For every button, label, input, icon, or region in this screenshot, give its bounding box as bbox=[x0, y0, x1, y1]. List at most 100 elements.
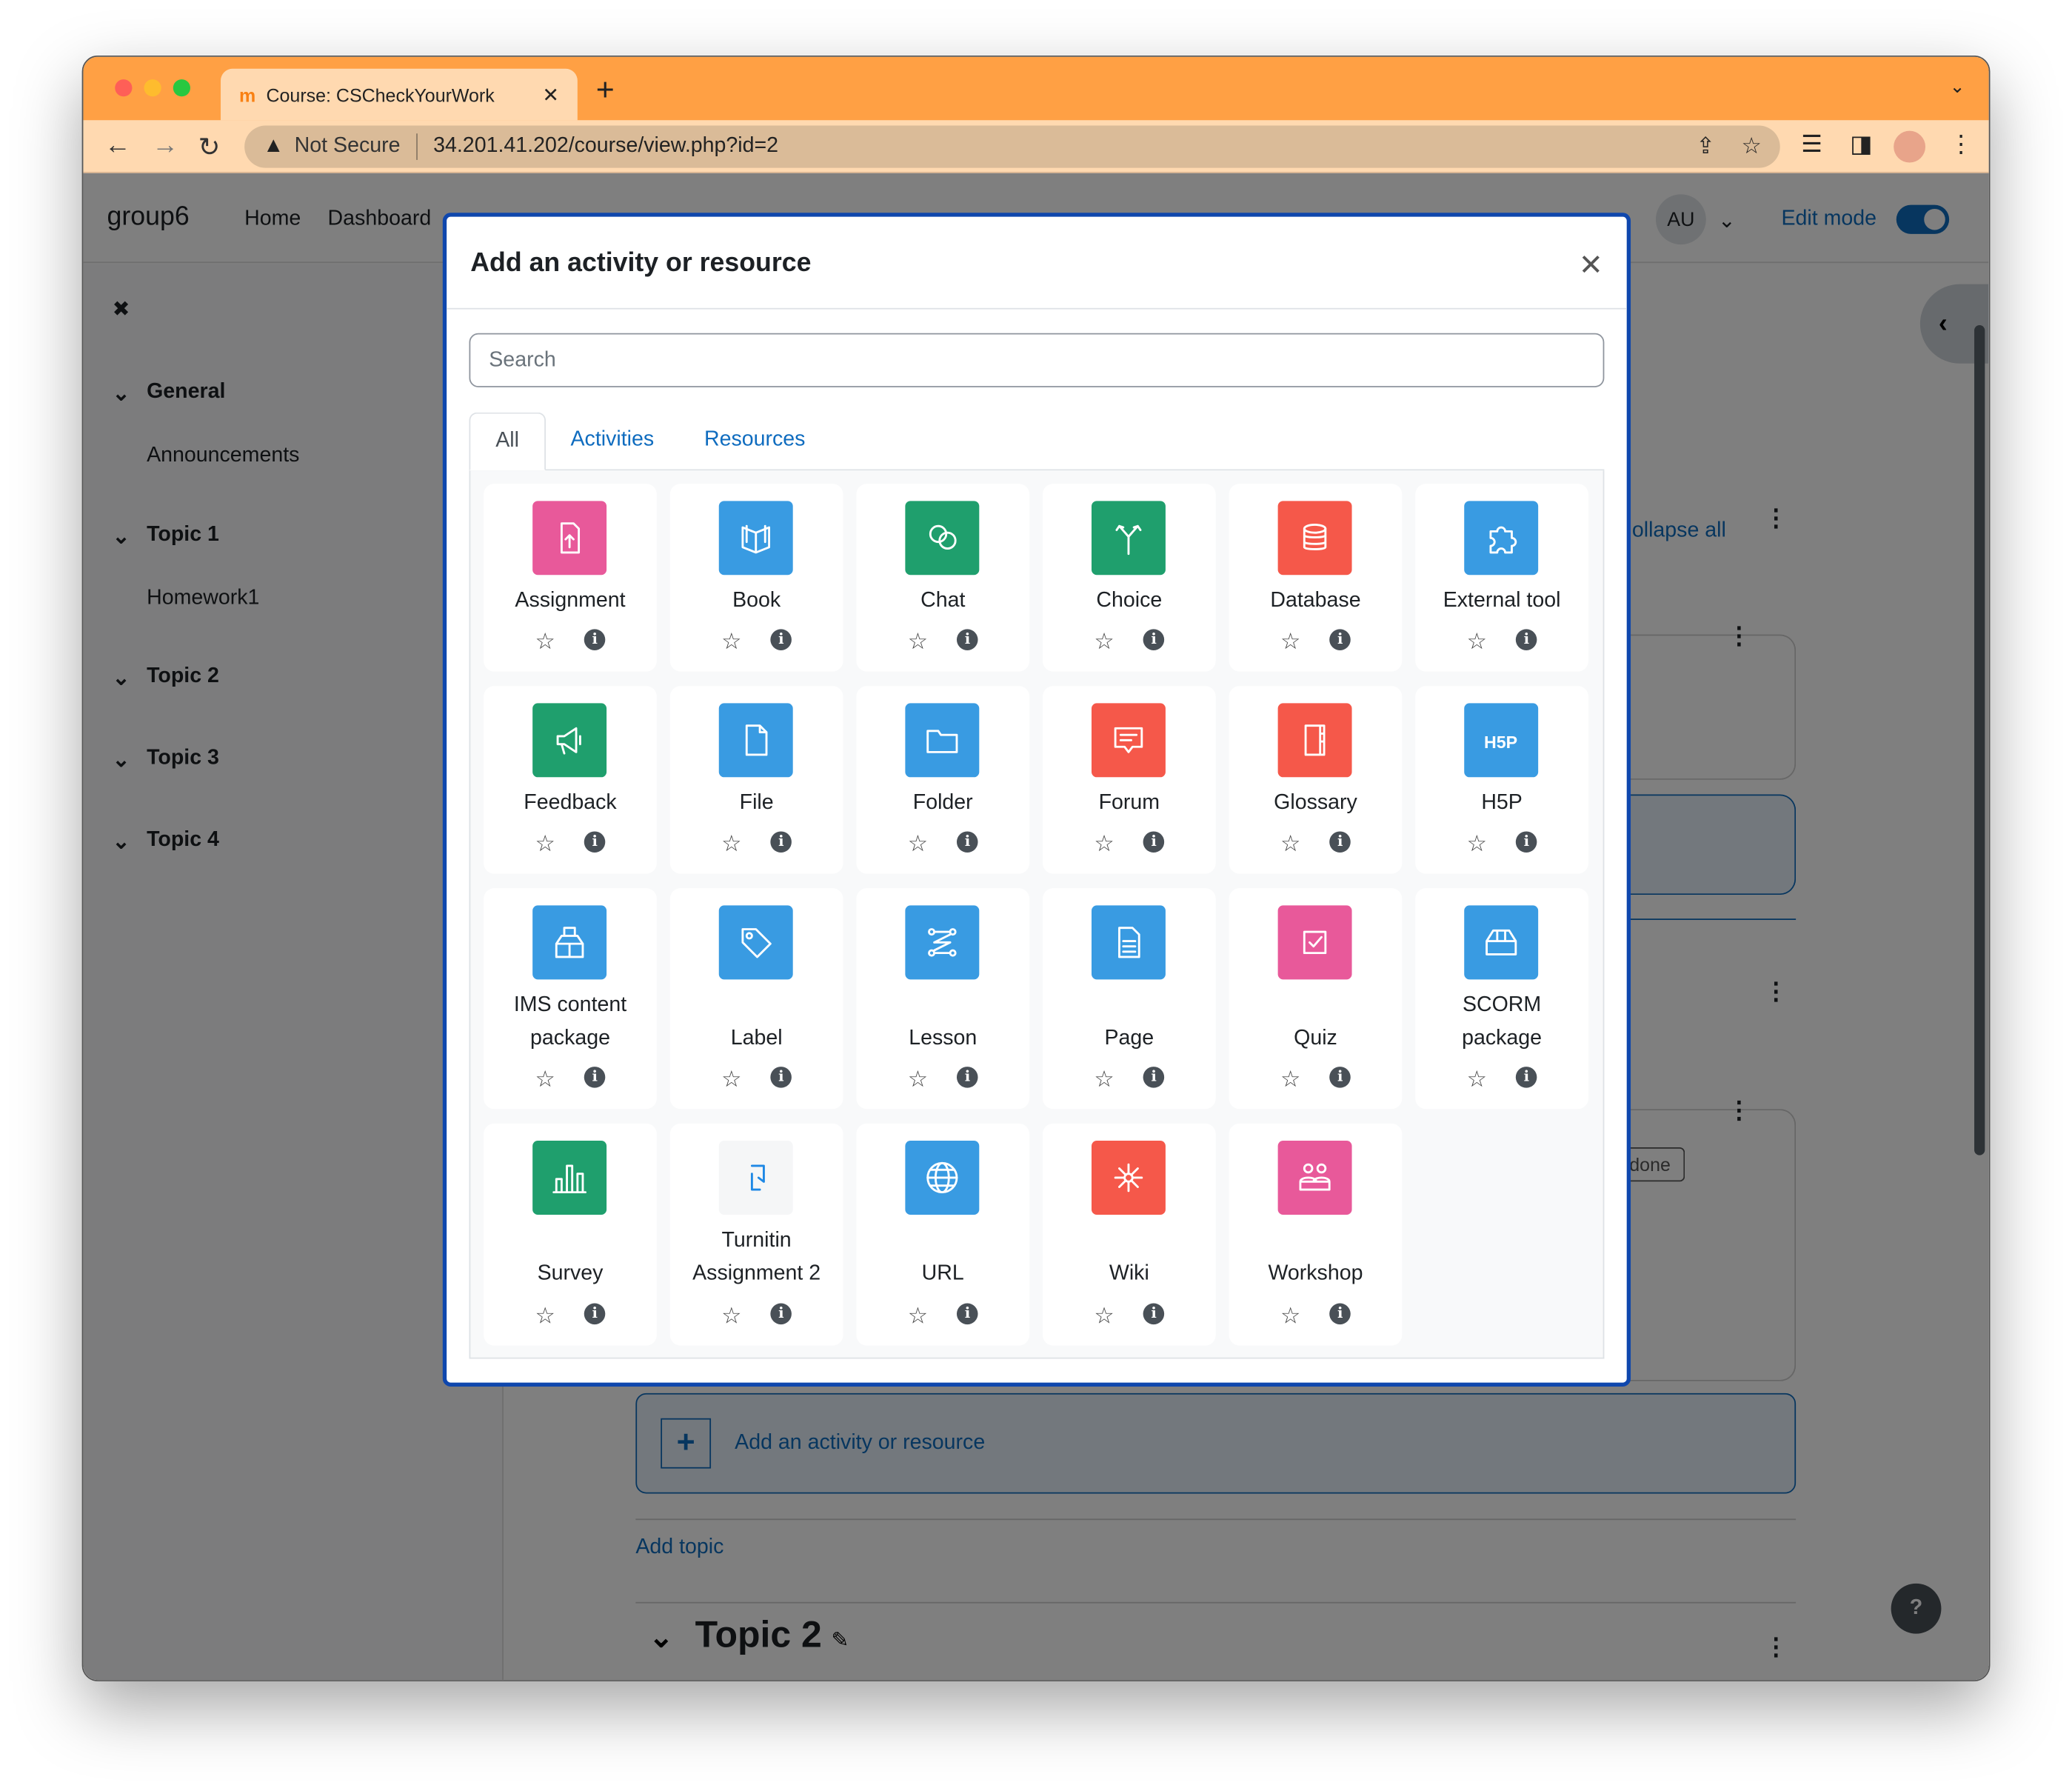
url-bar[interactable]: ▲ Not Secure 34.201.41.202/course/view.p… bbox=[244, 125, 1780, 168]
close-window-button[interactable] bbox=[115, 79, 133, 97]
info-icon[interactable]: i bbox=[1143, 1303, 1165, 1325]
reading-list-icon[interactable]: ☰ bbox=[1801, 131, 1822, 159]
url-text: 34.201.41.202/course/view.php?id=2 bbox=[433, 135, 779, 158]
activity-card-quiz[interactable]: Quiz ☆ i bbox=[1229, 888, 1403, 1110]
activity-card-file[interactable]: File ☆ i bbox=[669, 686, 843, 874]
info-icon[interactable]: i bbox=[1143, 629, 1165, 650]
activity-card-label[interactable]: Label ☆ i bbox=[669, 888, 843, 1110]
activity-card-book[interactable]: Book ☆ i bbox=[669, 484, 843, 672]
info-icon[interactable]: i bbox=[1143, 831, 1165, 853]
info-icon[interactable]: i bbox=[584, 1067, 606, 1088]
activity-card-choice[interactable]: Choice ☆ i bbox=[1042, 484, 1216, 672]
star-favourite-icon[interactable]: ☆ bbox=[908, 1067, 928, 1093]
tab-activities[interactable]: Activities bbox=[546, 413, 679, 470]
info-icon[interactable]: i bbox=[770, 629, 792, 650]
info-icon[interactable]: i bbox=[1329, 629, 1351, 650]
share-icon[interactable]: ⇪ bbox=[1696, 133, 1714, 160]
star-favourite-icon[interactable]: ☆ bbox=[1280, 831, 1300, 858]
activity-card-url[interactable]: URL ☆ i bbox=[856, 1123, 1030, 1346]
tab-resources[interactable]: Resources bbox=[679, 413, 830, 470]
search-input[interactable] bbox=[469, 333, 1605, 387]
info-icon[interactable]: i bbox=[1329, 1303, 1351, 1325]
activity-name: Book bbox=[732, 589, 781, 613]
activity-card-feedback[interactable]: Feedback ☆ i bbox=[484, 686, 657, 874]
star-favourite-icon[interactable]: ☆ bbox=[721, 831, 741, 858]
star-favourite-icon[interactable]: ☆ bbox=[1094, 831, 1114, 858]
info-icon[interactable]: i bbox=[1516, 831, 1537, 853]
new-tab-button[interactable]: + bbox=[596, 73, 615, 110]
side-panel-icon[interactable]: ◨ bbox=[1850, 131, 1872, 159]
star-favourite-icon[interactable]: ☆ bbox=[535, 629, 555, 656]
star-favourite-icon[interactable]: ☆ bbox=[908, 831, 928, 858]
star-favourite-icon[interactable]: ☆ bbox=[1094, 1304, 1114, 1330]
info-icon[interactable]: i bbox=[770, 1067, 792, 1088]
activity-card-forum[interactable]: Forum ☆ i bbox=[1042, 686, 1216, 874]
activity-card-workshop[interactable]: Workshop ☆ i bbox=[1229, 1123, 1403, 1346]
star-favourite-icon[interactable]: ☆ bbox=[535, 1304, 555, 1330]
activity-name: IMS content package bbox=[513, 993, 627, 1050]
maximize-window-button[interactable] bbox=[173, 79, 190, 97]
activity-card-folder[interactable]: Folder ☆ i bbox=[856, 686, 1030, 874]
info-icon[interactable]: i bbox=[584, 1303, 606, 1325]
info-icon[interactable]: i bbox=[957, 831, 978, 853]
info-icon[interactable]: i bbox=[770, 1303, 792, 1325]
activity-card-turnitin-assignment-2[interactable]: Turnitin Assignment 2 ☆ i bbox=[669, 1123, 843, 1346]
info-icon[interactable]: i bbox=[1329, 831, 1351, 853]
info-icon[interactable]: i bbox=[957, 1067, 978, 1088]
star-favourite-icon[interactable]: ☆ bbox=[721, 629, 741, 656]
activity-card-page[interactable]: Page ☆ i bbox=[1042, 888, 1216, 1110]
star-favourite-icon[interactable]: ☆ bbox=[721, 1304, 741, 1330]
back-icon[interactable]: ← bbox=[104, 131, 131, 161]
activity-card-survey[interactable]: Survey ☆ i bbox=[484, 1123, 657, 1346]
star-favourite-icon[interactable]: ☆ bbox=[908, 629, 928, 656]
info-icon[interactable]: i bbox=[584, 831, 606, 853]
star-favourite-icon[interactable]: ☆ bbox=[721, 1067, 741, 1093]
minimize-window-button[interactable] bbox=[144, 79, 161, 97]
activity-card-ims-content-package[interactable]: IMS content package ☆ i bbox=[484, 888, 657, 1110]
activity-card-scorm-package[interactable]: SCORM package ☆ i bbox=[1415, 888, 1588, 1110]
forward-icon[interactable]: → bbox=[152, 131, 178, 161]
tag-icon bbox=[718, 905, 793, 980]
star-favourite-icon[interactable]: ☆ bbox=[1280, 1304, 1300, 1330]
star-favourite-icon[interactable]: ☆ bbox=[535, 831, 555, 858]
star-favourite-icon[interactable]: ☆ bbox=[908, 1304, 928, 1330]
activity-card-external-tool[interactable]: External tool ☆ i bbox=[1415, 484, 1588, 672]
star-favourite-icon[interactable]: ☆ bbox=[535, 1067, 555, 1093]
activity-card-glossary[interactable]: Glossary ☆ i bbox=[1229, 686, 1403, 874]
close-icon[interactable]: ✕ bbox=[1579, 248, 1603, 282]
star-favourite-icon[interactable]: ☆ bbox=[1094, 1067, 1114, 1093]
star-favourite-icon[interactable]: ☆ bbox=[1467, 629, 1487, 656]
info-icon[interactable]: i bbox=[1516, 629, 1537, 650]
browser-menu-icon[interactable]: ⋮ bbox=[1949, 131, 1973, 159]
activity-card-wiki[interactable]: Wiki ☆ i bbox=[1042, 1123, 1216, 1346]
info-icon[interactable]: i bbox=[1516, 1067, 1537, 1088]
star-favourite-icon[interactable]: ☆ bbox=[1280, 629, 1300, 656]
close-tab-icon[interactable]: ✕ bbox=[542, 83, 558, 106]
info-icon[interactable]: i bbox=[1143, 1067, 1165, 1088]
database-icon bbox=[1277, 501, 1352, 576]
tab-search-chevron-icon[interactable]: ⌄ bbox=[1950, 76, 1965, 98]
activity-card-lesson[interactable]: Lesson ☆ i bbox=[856, 888, 1030, 1110]
profile-avatar[interactable] bbox=[1894, 130, 1926, 163]
info-icon[interactable]: i bbox=[584, 629, 606, 650]
star-favourite-icon[interactable]: ☆ bbox=[1094, 629, 1114, 656]
reload-icon[interactable]: ↻ bbox=[198, 131, 221, 164]
info-icon[interactable]: i bbox=[1329, 1067, 1351, 1088]
tab-all[interactable]: All bbox=[469, 412, 546, 471]
star-favourite-icon[interactable]: ☆ bbox=[1280, 1067, 1300, 1093]
bookmark-star-icon[interactable]: ☆ bbox=[1742, 133, 1762, 160]
star-favourite-icon[interactable]: ☆ bbox=[1467, 831, 1487, 858]
activity-card-h5p[interactable]: H5P H5P ☆ i bbox=[1415, 686, 1588, 874]
scrollbar[interactable] bbox=[1974, 324, 1985, 1155]
activity-card-chat[interactable]: Chat ☆ i bbox=[856, 484, 1030, 672]
assignment-icon bbox=[532, 501, 607, 576]
star-favourite-icon[interactable]: ☆ bbox=[1467, 1067, 1487, 1093]
activity-card-assignment[interactable]: Assignment ☆ i bbox=[484, 484, 657, 672]
scorm-icon bbox=[1464, 905, 1539, 980]
info-icon[interactable]: i bbox=[957, 629, 978, 650]
browser-tab[interactable]: m Course: CSCheckYourWork ✕ bbox=[221, 68, 578, 121]
info-icon[interactable]: i bbox=[770, 831, 792, 853]
address-bar-row: ← → ↻ ▲ Not Secure 34.201.41.202/course/… bbox=[83, 120, 1989, 173]
info-icon[interactable]: i bbox=[957, 1303, 978, 1325]
activity-card-database[interactable]: Database ☆ i bbox=[1229, 484, 1403, 672]
